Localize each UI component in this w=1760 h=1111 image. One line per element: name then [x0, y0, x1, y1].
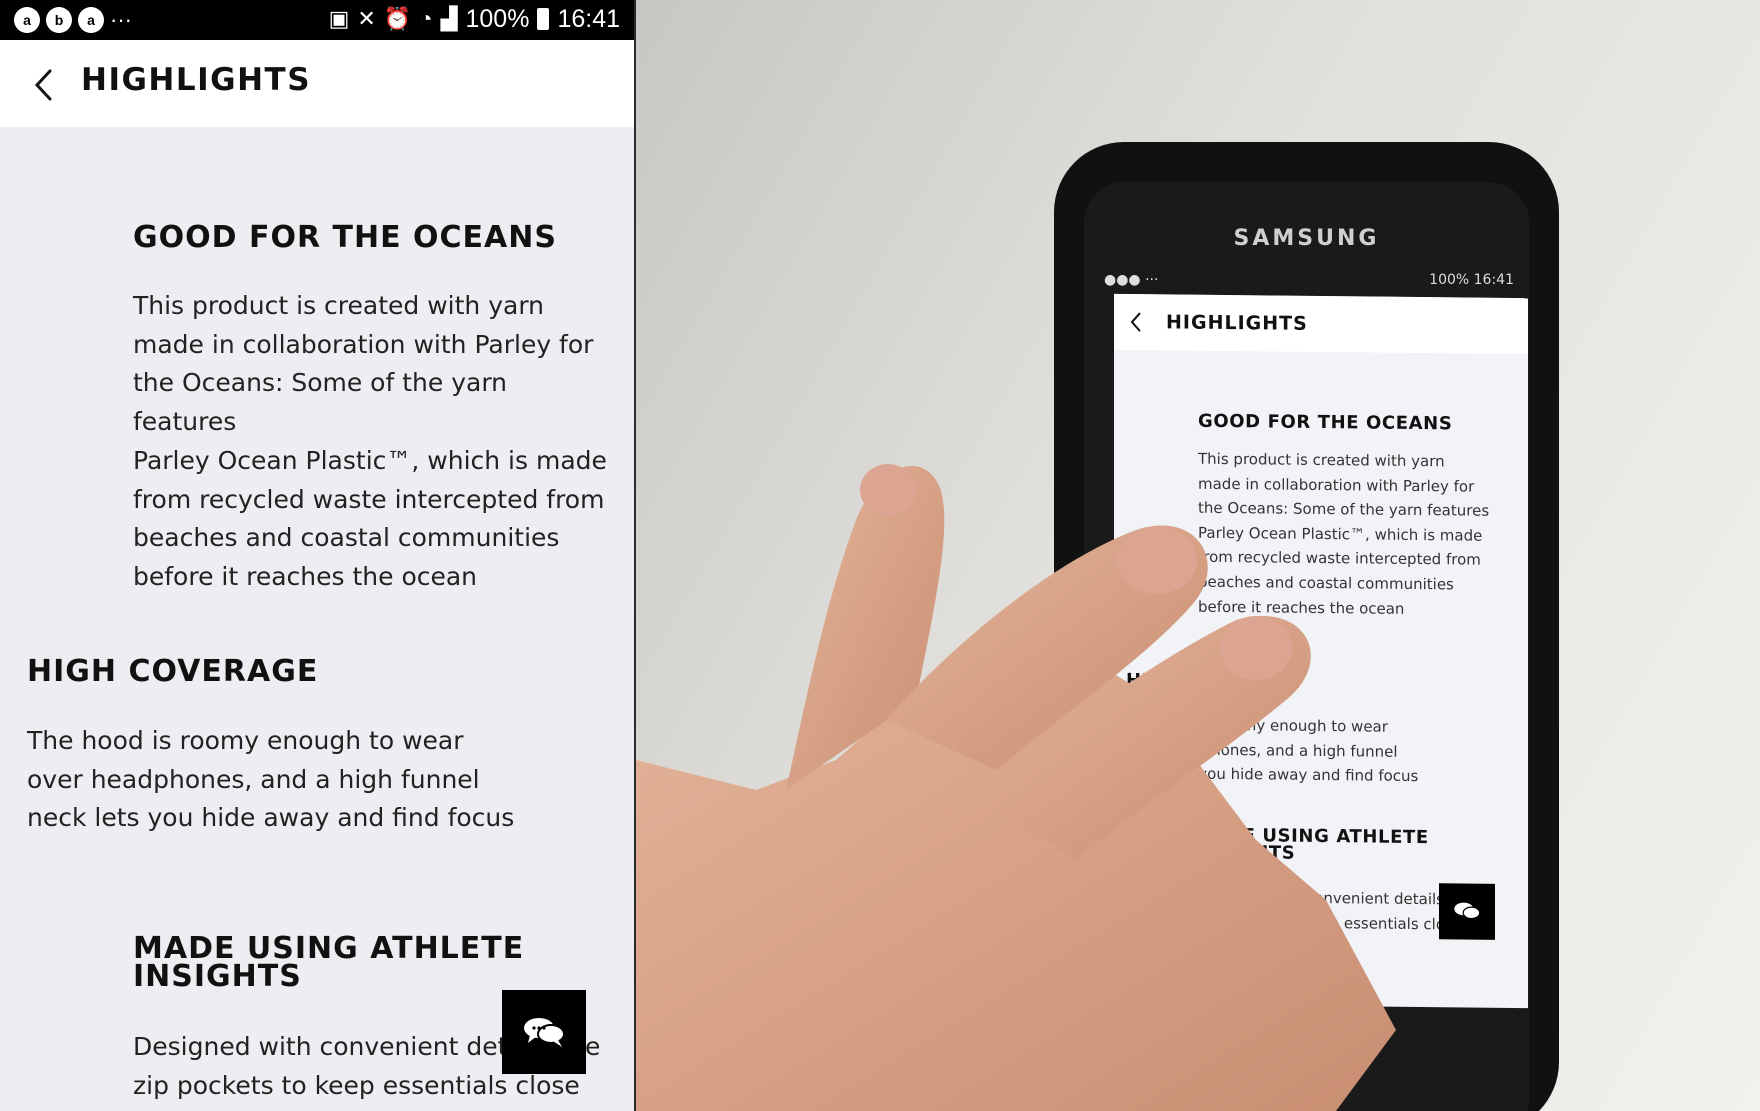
mini-chat-button — [1439, 883, 1495, 940]
mini-heading-athlete-insights: MADE USING ATHLETE INSIGHTS — [1194, 824, 1429, 864]
mini-heading-oceans: GOOD FOR THE OCEANS — [1198, 410, 1453, 435]
mini-chat-bubbles-icon — [1454, 902, 1481, 920]
more-notifications-icon: ··· — [110, 7, 132, 32]
notification-icon: a — [78, 7, 104, 33]
mini-body-oceans: This product is created with yarn made i… — [1198, 449, 1490, 618]
section-body-oceans: This product is created with yarn made i… — [133, 291, 607, 591]
notification-icon: b — [46, 7, 72, 33]
page-title: HIGHLIGHTS — [81, 62, 312, 98]
notification-icon: a — [14, 7, 40, 33]
section-heading-athlete-insights: MADE USING ATHLETE INSIGHTS — [133, 931, 525, 994]
chat-button[interactable] — [502, 990, 586, 1074]
chat-bubbles-icon — [524, 1018, 565, 1047]
status-bar: a b a ··· ▣ ✕ ⏰ ◔ ▟ 100% 16:41 — [0, 0, 634, 40]
wifi-icon: ◔ — [419, 6, 433, 31]
signal-icon: ▟ — [440, 6, 458, 31]
mini-body-coverage: The hood is roomy enough to wear over he… — [1126, 714, 1419, 786]
notification-area: a b a ··· — [14, 5, 132, 35]
mini-back-arrow-icon — [1130, 312, 1141, 332]
phone-device: SAMSUNG ●●● ··· 100% 16:41 HIGHLIGHTS GO… — [1054, 142, 1559, 1111]
clock: 16:41 — [557, 4, 620, 33]
app-screen: a b a ··· ▣ ✕ ⏰ ◔ ▟ 100% 16:41 HIGHLIGHT… — [0, 0, 636, 1111]
alarm-icon: ⏰ — [383, 6, 412, 31]
mini-page-title: HIGHLIGHTS — [1166, 311, 1308, 335]
mini-notification-icons: ●●● ··· — [1104, 272, 1159, 288]
back-arrow-icon[interactable] — [30, 65, 60, 105]
mini-status-bar: ●●● ··· 100% 16:41 — [1104, 270, 1514, 294]
mini-battery-clock: 100% 16:41 — [1429, 272, 1514, 288]
battery-icon — [537, 8, 550, 30]
phone-brand-logo: SAMSUNG — [1233, 226, 1380, 251]
mini-heading-coverage: HIGH COVERAGE — [1126, 669, 1301, 693]
mini-app-bar: HIGHLIGHTS — [1114, 293, 1528, 355]
battery-percent: 100% — [465, 4, 530, 33]
section-heading-coverage: HIGH COVERAGE — [27, 654, 319, 689]
camera-view: SAMSUNG ●●● ··· 100% 16:41 HIGHLIGHTS GO… — [636, 0, 1760, 1111]
section-body-coverage: The hood is roomy enough to wear over he… — [27, 726, 515, 833]
cast-icon: ▣ — [328, 6, 350, 31]
mute-icon: ✕ — [357, 6, 376, 31]
app-bar: HIGHLIGHTS — [0, 40, 634, 127]
mini-app-screen: HIGHLIGHTS GOOD FOR THE OCEANS This prod… — [1114, 293, 1528, 1009]
system-indicators: ▣ ✕ ⏰ ◔ ▟ 100% 16:41 — [329, 4, 620, 34]
section-heading-oceans: GOOD FOR THE OCEANS — [133, 220, 557, 255]
